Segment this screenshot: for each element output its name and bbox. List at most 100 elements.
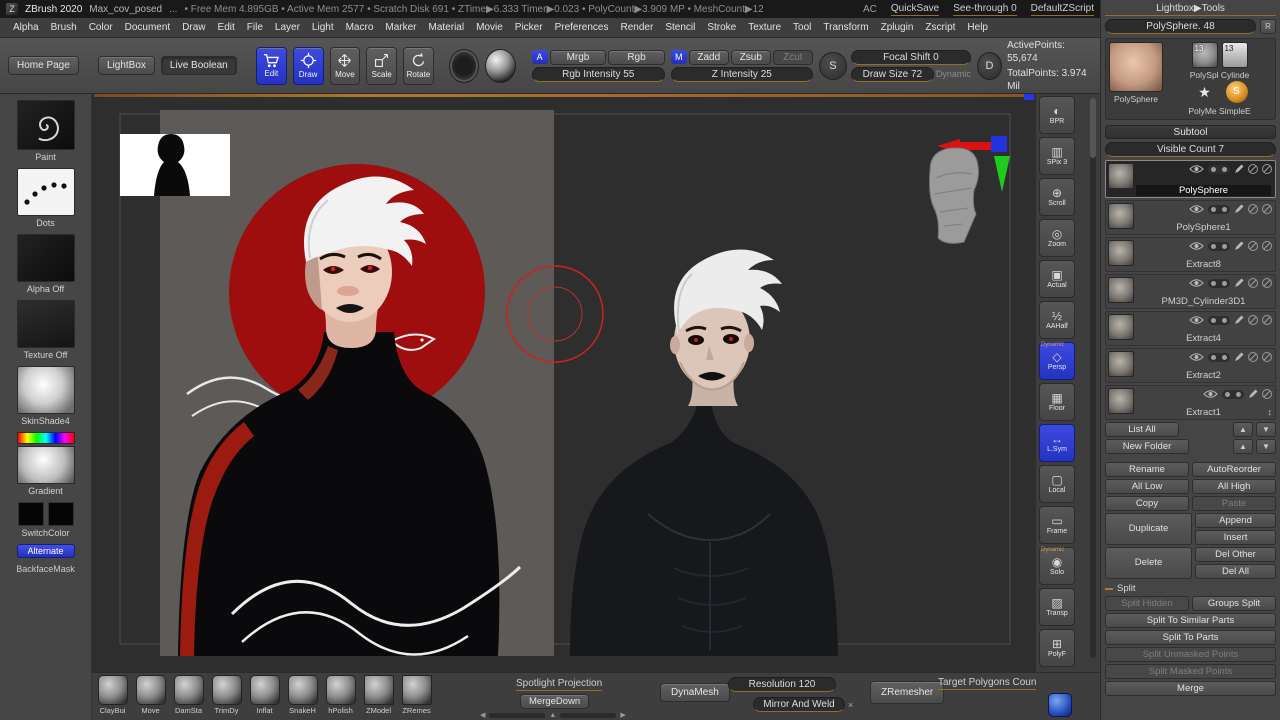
split-to-similar-parts-button[interactable]: Split To Similar Parts (1105, 613, 1276, 628)
menu-item-macro[interactable]: Macro (343, 20, 377, 35)
strip-button-scroll[interactable]: ⊕ Scroll (1039, 178, 1075, 216)
menu-item-help[interactable]: Help (964, 20, 991, 35)
menu-item-stencil[interactable]: Stencil (662, 20, 698, 35)
menu-item-alpha[interactable]: Alpha (10, 20, 42, 35)
rgb-button[interactable]: Rgb (608, 49, 665, 65)
visibility-eye-icon[interactable] (1203, 389, 1218, 399)
current-tool-slider[interactable]: PolySphere. 48 (1105, 19, 1256, 34)
brush-inflat[interactable]: Inflat (248, 675, 281, 715)
sculpt-pen-icon[interactable] (1234, 352, 1244, 362)
menu-item-zscript[interactable]: Zscript (922, 20, 958, 35)
list-all-button[interactable]: List All (1105, 422, 1179, 437)
strip-button-floor[interactable]: ▦ Floor (1039, 383, 1075, 421)
paint-toggle-icon[interactable] (1222, 389, 1244, 399)
paste-button[interactable]: Paste (1192, 496, 1276, 511)
no-action-icon[interactable] (1248, 164, 1258, 174)
brush-hpolish[interactable]: hPolish (324, 675, 357, 715)
no-action-icon[interactable] (1262, 164, 1272, 174)
home-page-button[interactable]: Home Page (8, 56, 79, 75)
strip-button-local[interactable]: ▢ Local (1039, 465, 1075, 503)
paint-toggle-icon[interactable] (1208, 204, 1230, 214)
current-material-icon[interactable] (485, 48, 517, 83)
alpha-off-button[interactable]: Alpha Off (16, 234, 75, 294)
scroll-right-icon[interactable]: ▶ (620, 711, 625, 719)
brush-move[interactable]: Move (134, 675, 167, 715)
sculpt-pen-icon[interactable] (1234, 241, 1244, 251)
no-action-icon[interactable] (1248, 352, 1258, 362)
menu-item-light[interactable]: Light (309, 20, 337, 35)
tray-scrollbar[interactable] (1090, 98, 1096, 658)
strip-button-persp[interactable]: Dynamic ◇ Persp (1039, 342, 1075, 380)
color-gradient-picker[interactable]: Gradient (16, 432, 75, 496)
color-square[interactable] (16, 446, 75, 484)
insert-button[interactable]: Insert (1195, 530, 1276, 545)
menu-item-brush[interactable]: Brush (48, 20, 80, 35)
folder-up-button[interactable]: ▲ (1233, 439, 1253, 454)
scroll-up-icon[interactable]: ▲ (549, 712, 556, 719)
subtool-row[interactable]: PM3D_Cylinder3D1 (1105, 274, 1276, 309)
menu-item-file[interactable]: File (244, 20, 266, 35)
paint-toggle-icon[interactable] (1208, 278, 1230, 288)
subtool-thumbnail[interactable] (1108, 314, 1134, 340)
rotate-mode-button[interactable]: Rotate (403, 46, 434, 85)
menu-item-movie[interactable]: Movie (473, 20, 506, 35)
channel-m-toggle[interactable]: M (670, 50, 687, 64)
current-tool-thumbnail[interactable] (1109, 42, 1163, 92)
secondary-color-swatch[interactable] (47, 502, 74, 526)
brush-zremesher[interactable]: ZRemes (400, 675, 433, 715)
spotlight-projection-button[interactable]: Spotlight Projection (516, 678, 603, 691)
subtool-up-button[interactable]: ▲ (1233, 422, 1253, 437)
split-hidden-button[interactable]: Split Hidden (1105, 596, 1189, 611)
append-button[interactable]: Append (1195, 513, 1276, 528)
merge-button[interactable]: Merge (1105, 681, 1276, 696)
reorder-updown-icon[interactable]: ↕ (1268, 407, 1273, 417)
zadd-button[interactable]: Zadd (688, 49, 729, 65)
lightbox-tools-button[interactable]: Lightbox▶Tools (1105, 3, 1276, 16)
all-high-button[interactable]: All High (1192, 479, 1276, 494)
paint-toggle-icon[interactable] (1208, 164, 1230, 174)
all-low-button[interactable]: All Low (1105, 479, 1189, 494)
sculpt-canvas[interactable] (92, 94, 1036, 672)
delete-button[interactable]: Delete (1105, 547, 1192, 579)
zsub-button[interactable]: Zsub (730, 49, 771, 65)
main-color-swatch[interactable] (17, 502, 44, 526)
menu-item-layer[interactable]: Layer (272, 20, 303, 35)
groups-split-button[interactable]: Groups Split (1192, 596, 1276, 611)
subtool-thumbnail[interactable] (1108, 203, 1134, 229)
move-mode-button[interactable]: Move (329, 46, 361, 85)
auto-reorder-button[interactable]: AutoReorder (1192, 462, 1276, 477)
draw-mode-button[interactable]: Draw (292, 46, 324, 85)
scroll-left-icon[interactable]: ◀ (480, 711, 485, 719)
no-action-icon[interactable] (1262, 241, 1272, 251)
subtool-thumbnail[interactable] (1108, 277, 1134, 303)
subtool-row[interactable]: PolySphere (1105, 160, 1276, 198)
draw-size-slider[interactable]: Draw Size 72 (850, 66, 934, 82)
strip-button-lsym[interactable]: ↔ L.Sym (1039, 424, 1075, 462)
target-polygons-slider[interactable]: Target Polygons Coun (938, 677, 1037, 690)
quicksave-button[interactable]: QuickSave (890, 3, 940, 16)
canvas-mini-scrollbar[interactable]: ◀ ▲ ▶ (480, 711, 626, 720)
no-action-icon[interactable] (1262, 315, 1272, 325)
simple-brush-icon[interactable]: S (1225, 81, 1248, 103)
split-to-parts-button[interactable]: Split To Parts (1105, 630, 1276, 645)
menu-item-tool[interactable]: Tool (790, 20, 814, 35)
strip-button-aahalf[interactable]: ½ AAHalf (1039, 301, 1075, 339)
no-action-icon[interactable] (1248, 315, 1258, 325)
menu-item-marker[interactable]: Marker (382, 20, 419, 35)
sculpt-pen-icon[interactable] (1248, 389, 1258, 399)
brush-trimdynamic[interactable]: TrimDy (210, 675, 243, 715)
subtool-thumbnail[interactable] (1108, 240, 1134, 266)
menu-item-zplugin[interactable]: Zplugin (878, 20, 917, 35)
channel-a-toggle[interactable]: A (531, 50, 548, 64)
visibility-eye-icon[interactable] (1189, 204, 1204, 214)
scale-mode-button[interactable]: Scale (366, 46, 398, 85)
visible-count-slider[interactable]: Visible Count 7 (1105, 142, 1276, 157)
subtool-section-header[interactable]: Subtool (1105, 125, 1276, 139)
split-section-header[interactable]: Split (1105, 583, 1276, 594)
no-action-icon[interactable] (1248, 241, 1258, 251)
split-masked-points-button[interactable]: Split Masked Points (1105, 664, 1276, 679)
stroke-s-icon[interactable]: S (818, 51, 847, 80)
brush-damstandard[interactable]: DamSta (172, 675, 205, 715)
no-action-icon[interactable] (1262, 278, 1272, 288)
dynamesh-button[interactable]: DynaMesh (660, 683, 730, 702)
